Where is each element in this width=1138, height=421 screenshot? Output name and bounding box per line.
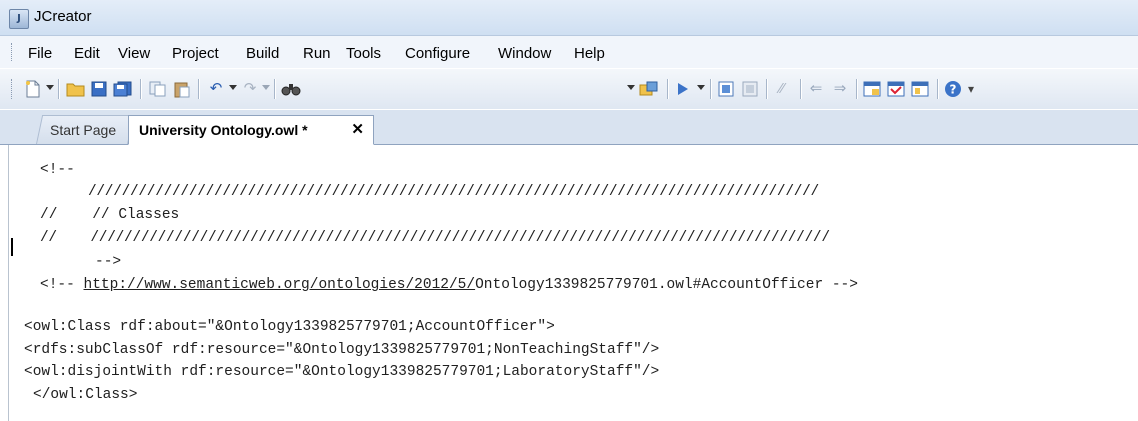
debug-icon[interactable] xyxy=(740,79,760,99)
window-icon[interactable] xyxy=(862,79,882,99)
menu-configure[interactable]: Configure xyxy=(405,45,470,62)
document-tabs: Start Page University Ontology.owl * ✕ xyxy=(0,110,1138,145)
editor-gutter xyxy=(8,145,9,421)
toolbar-separator xyxy=(710,79,712,99)
comment-rest: Ontology1339825779701.owl#AccountOfficer… xyxy=(475,277,858,293)
tab-start-page-label: Start Page xyxy=(49,122,117,138)
copy-icon[interactable] xyxy=(148,79,168,99)
menu-edit[interactable]: Edit xyxy=(74,45,100,62)
toolbar-separator xyxy=(667,79,669,99)
toolbar-separator xyxy=(198,79,200,99)
toolbar: ↶ ↷ ⁄⁄ ⇐ ⇒ ? ▾ xyxy=(0,69,1138,109)
run-dropdown-icon[interactable] xyxy=(697,85,705,90)
redo-dropdown-icon[interactable] xyxy=(262,85,270,90)
find-icon[interactable] xyxy=(280,79,302,99)
save-all-icon[interactable] xyxy=(112,79,134,99)
code-line-6: <!-- http://www.semanticweb.org/ontologi… xyxy=(40,276,858,294)
tab-university-ontology[interactable]: University Ontology.owl * ✕ xyxy=(128,115,374,145)
toolbar-separator xyxy=(800,79,802,99)
menu-run[interactable]: Run xyxy=(303,45,331,62)
menu-window[interactable]: Window xyxy=(498,45,551,62)
menubar-grip[interactable] xyxy=(11,43,15,61)
menu-bar: File Edit View Project Build Run Tools C… xyxy=(0,36,1138,68)
toolbar-overflow-icon[interactable]: ▾ xyxy=(966,79,976,99)
toolbar-grip[interactable] xyxy=(11,79,15,99)
toolbar-separator xyxy=(856,79,858,99)
menu-build[interactable]: Build xyxy=(246,45,279,62)
menu-project[interactable]: Project xyxy=(172,45,219,62)
redo-icon[interactable]: ↷ xyxy=(240,79,260,99)
window3-icon[interactable] xyxy=(910,79,930,99)
comment-open: <!-- xyxy=(40,277,84,293)
help-icon[interactable]: ? xyxy=(943,79,963,99)
save-icon[interactable] xyxy=(90,79,108,99)
new-file-dropdown-icon[interactable] xyxy=(46,85,54,90)
title-bar: J JCreator xyxy=(0,0,1138,36)
tab-active-label: University Ontology.owl * xyxy=(139,122,308,138)
open-folder-icon[interactable] xyxy=(66,79,86,99)
code-line-3: // // Classes xyxy=(40,207,180,223)
code-line-7: <owl:Class rdf:about="&Ontology133982577… xyxy=(24,319,555,335)
code-line-4: // /////////////////////////////////////… xyxy=(40,230,830,246)
compile-icon[interactable] xyxy=(716,79,736,99)
build-icon[interactable] xyxy=(638,79,660,99)
tab-start-page[interactable]: Start Page xyxy=(36,115,135,144)
code-line-1: <!-- xyxy=(40,162,75,178)
ontology-url-link[interactable]: http://www.semanticweb.org/ontologies/20… xyxy=(84,277,476,293)
menu-file[interactable]: File xyxy=(28,45,52,62)
code-line-2: ////////////////////////////////////////… xyxy=(88,184,819,200)
toolbar-separator xyxy=(937,79,939,99)
close-icon[interactable]: ✕ xyxy=(351,116,364,144)
tool-icon[interactable]: ⁄⁄ xyxy=(772,79,792,99)
target-dropdown-icon[interactable] xyxy=(627,85,635,90)
menu-tools[interactable]: Tools xyxy=(346,45,381,62)
toolbar-separator xyxy=(140,79,142,99)
run-icon[interactable] xyxy=(674,79,692,99)
paste-icon[interactable] xyxy=(172,79,192,99)
undo-dropdown-icon[interactable] xyxy=(229,85,237,90)
toolbar-separator xyxy=(766,79,768,99)
svg-text:?: ? xyxy=(950,83,957,97)
jcreator-icon: J xyxy=(9,9,29,29)
text-caret xyxy=(11,238,13,256)
forward-icon[interactable]: ⇒ xyxy=(830,79,850,99)
undo-icon[interactable]: ↶ xyxy=(206,79,226,99)
menu-help[interactable]: Help xyxy=(574,45,605,62)
code-editor[interactable]: <!-- ///////////////////////////////////… xyxy=(0,145,1138,421)
code-line-9: <owl:disjointWith rdf:resource="&Ontolog… xyxy=(24,364,660,380)
code-line-10: </owl:Class> xyxy=(33,387,138,403)
code-line-8: <rdfs:subClassOf rdf:resource="&Ontology… xyxy=(24,342,660,358)
menu-view[interactable]: View xyxy=(118,45,150,62)
new-file-icon[interactable] xyxy=(24,79,42,99)
toolbar-separator xyxy=(58,79,60,99)
toolbar-separator xyxy=(274,79,276,99)
code-line-5: --> xyxy=(95,254,122,270)
window2-icon[interactable] xyxy=(886,79,906,99)
back-icon[interactable]: ⇐ xyxy=(806,79,826,99)
window-title: JCreator xyxy=(34,8,92,25)
